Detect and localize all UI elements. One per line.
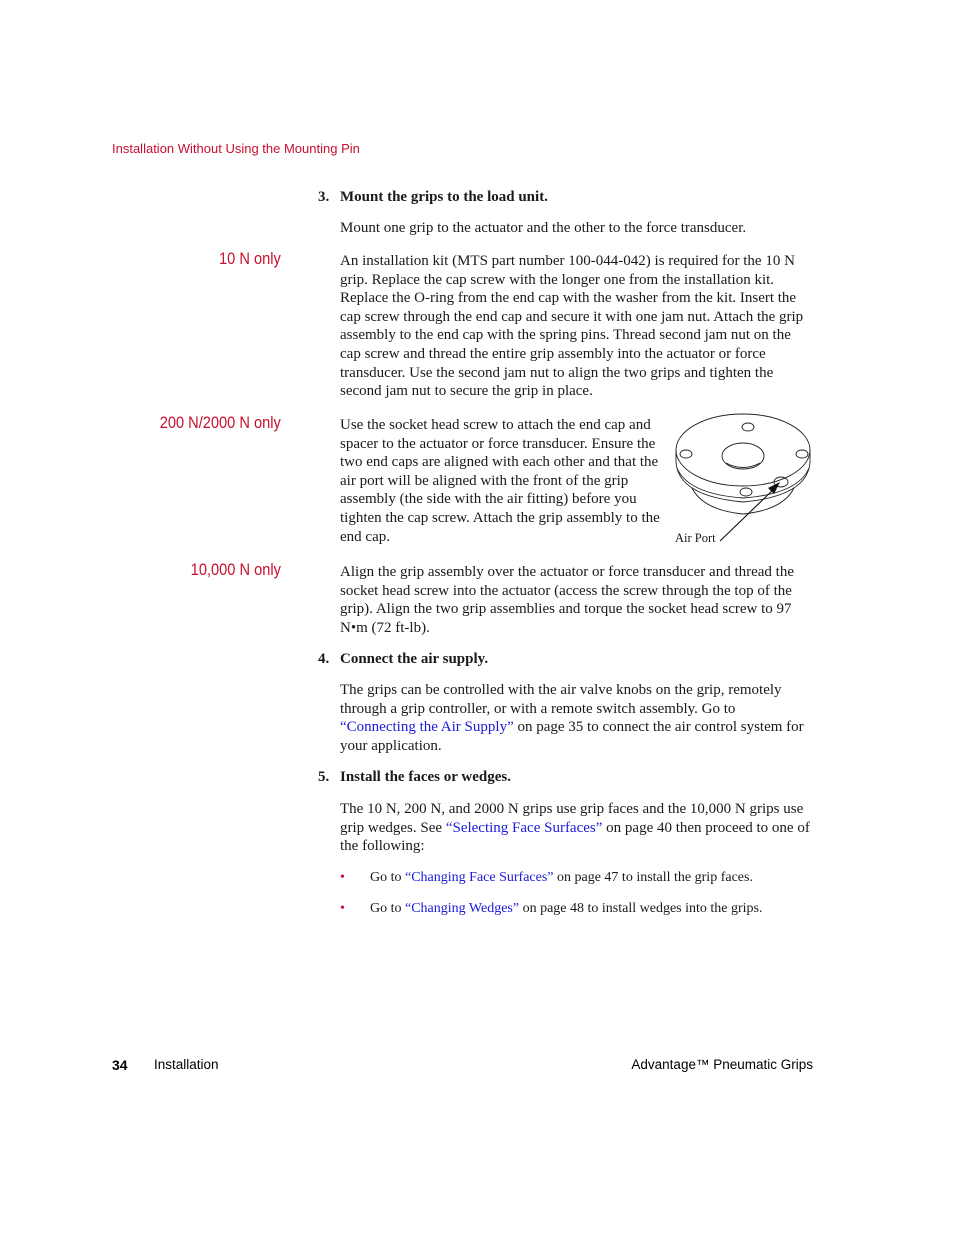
bullet-prefix: Go to <box>370 870 405 885</box>
end-cap-diagram-icon <box>675 413 811 542</box>
link-selecting-face-surfaces[interactable]: “Selecting Face Surfaces” <box>446 820 603 836</box>
margin-label-10000n: 10,000 N only <box>190 560 281 579</box>
margin-label-10n: 10 N only <box>219 249 281 268</box>
variant-200n-2000n-text: Use the socket head screw to attach the … <box>340 417 660 545</box>
running-head: Installation Without Using the Mounting … <box>112 141 360 156</box>
step-3-intro: Mount one grip to the actuator and the o… <box>340 220 747 236</box>
step-4-body: The grips can be controlled with the air… <box>340 681 812 755</box>
footer-title: Advantage™ Pneumatic Grips <box>631 1057 813 1072</box>
step-number: 5. <box>318 769 330 785</box>
variant-10n-text: An installation kit (MTS part number 100… <box>340 253 804 400</box>
link-changing-wedges[interactable]: “Changing Wedges” <box>405 901 519 916</box>
bullet-item: • Go to “Changing Wedges” on page 48 to i… <box>340 900 763 918</box>
link-connecting-air-supply[interactable]: “Connecting the Air Supply” <box>340 719 514 735</box>
bullet-icon: • <box>340 901 345 916</box>
bullet-item: • Go to “Changing Face Surfaces” on page … <box>340 869 753 887</box>
step-number: 4. <box>318 651 330 667</box>
step-title: Mount the grips to the load unit. <box>340 189 548 205</box>
end-cap-figure <box>668 410 818 550</box>
variant-10000n-text: Align the grip assembly over the actuato… <box>340 564 794 636</box>
link-changing-face-surfaces[interactable]: “Changing Face Surfaces” <box>405 870 554 885</box>
step-5-heading: 5. Install the faces or wedges. <box>318 768 511 786</box>
step-5-body: The 10 N, 200 N, and 2000 N grips use gr… <box>340 800 812 856</box>
step-4-heading: 4. Connect the air supply. <box>318 650 488 668</box>
page-number: 34 <box>112 1057 128 1073</box>
bullet-icon: • <box>340 870 345 885</box>
footer-section: Installation <box>154 1057 219 1072</box>
step-title: Connect the air supply. <box>340 651 489 667</box>
step-title: Install the faces or wedges. <box>340 769 511 785</box>
figure-caption: Air Port <box>675 531 716 545</box>
step-3-heading: 3. Mount the grips to the load unit. <box>318 188 548 206</box>
step-number: 3. <box>318 189 330 205</box>
bullet-prefix: Go to <box>370 901 405 916</box>
bullet-suffix: on page 47 to install the grip faces. <box>553 870 753 885</box>
step-4-text-before: The grips can be controlled with the air… <box>340 682 782 717</box>
bullet-suffix: on page 48 to install wedges into the gr… <box>519 901 763 916</box>
margin-label-200n-2000n: 200 N/2000 N only <box>159 413 281 432</box>
